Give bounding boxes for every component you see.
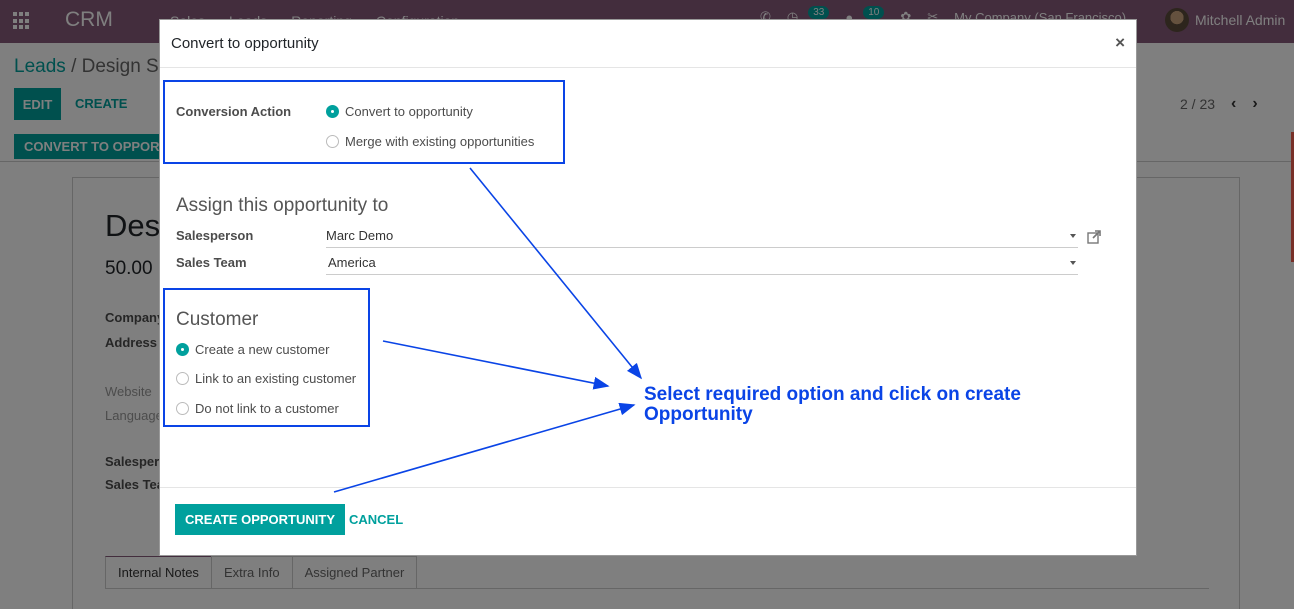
sales-team-value: America xyxy=(328,255,376,270)
cancel-button[interactable]: CANCEL xyxy=(349,512,403,527)
create-opportunity-button[interactable]: CREATE OPPORTUNITY xyxy=(175,504,345,535)
chevron-down-icon[interactable] xyxy=(1070,261,1076,265)
dialog-title: Convert to opportunity xyxy=(171,35,319,52)
salesperson-label: Salesperson xyxy=(176,228,254,243)
chevron-down-icon[interactable] xyxy=(1070,234,1076,238)
salesperson-value: Marc Demo xyxy=(326,228,394,243)
external-link-icon[interactable] xyxy=(1087,230,1101,244)
annotation-box-conversion-action xyxy=(163,80,565,164)
sales-team-select[interactable]: America xyxy=(326,251,1078,275)
annotation-text: Select required option and click on crea… xyxy=(644,384,1021,425)
dialog-footer: CREATE OPPORTUNITY CANCEL xyxy=(160,487,1136,556)
assign-section-title: Assign this opportunity to xyxy=(176,195,389,216)
dialog-header: Convert to opportunity × xyxy=(160,20,1136,68)
sales-team-label: Sales Team xyxy=(176,255,247,270)
annotation-box-customer xyxy=(163,288,370,427)
salesperson-select[interactable]: Marc Demo xyxy=(326,224,1078,248)
close-icon[interactable]: × xyxy=(1115,33,1125,53)
